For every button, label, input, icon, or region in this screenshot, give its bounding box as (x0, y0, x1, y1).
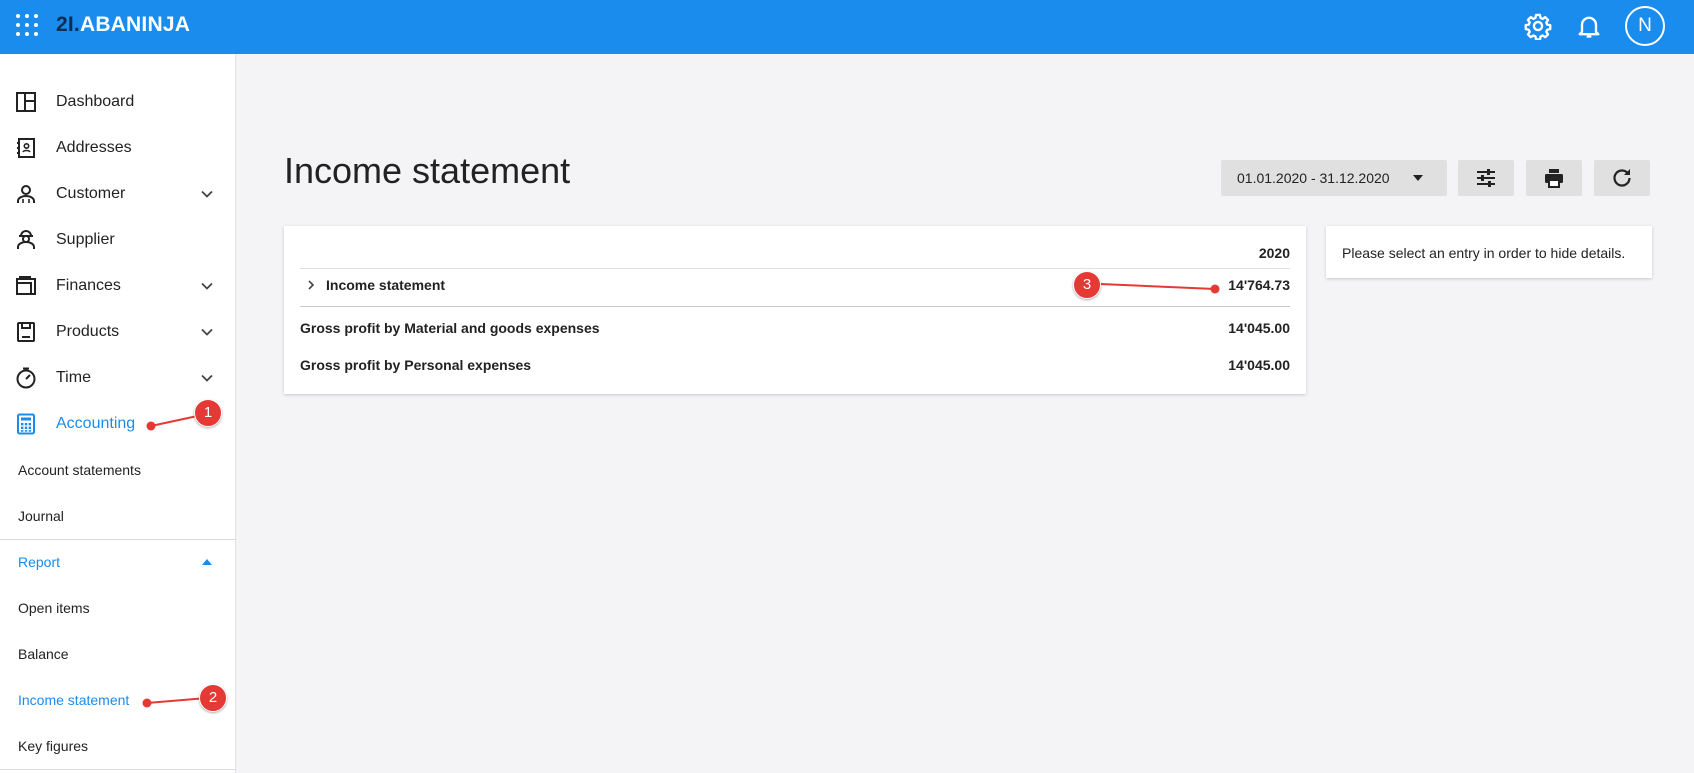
sidebar-item-supplier[interactable]: Supplier (0, 217, 236, 263)
logo-mark: 2I. (56, 13, 80, 36)
bell-icon[interactable] (1575, 12, 1603, 40)
row-divider (300, 306, 1290, 307)
wallet-icon (16, 276, 36, 295)
chevron-right-icon[interactable] (306, 280, 316, 290)
row-label: Gross profit by Personal expenses (300, 357, 532, 373)
sidebar-subitem-balance[interactable]: Balance (0, 635, 236, 675)
sidebar-item-label: Customer (56, 185, 126, 202)
chevron-down-icon[interactable] (200, 325, 214, 339)
caret-down-icon (1413, 175, 1423, 181)
sidebar-subitem-open-items[interactable]: Open items (0, 589, 236, 629)
sidebar-subitem-label: Income statement (18, 692, 130, 708)
sidebar-item-dashboard[interactable]: Dashboard (0, 79, 236, 125)
details-panel: Please select an entry in order to hide … (1326, 226, 1652, 278)
row-value: 14'045.00 (1228, 320, 1290, 336)
supplier-icon (17, 230, 35, 249)
stopwatch-icon (16, 367, 36, 389)
row-label: Gross profit by Material and goods expen… (300, 320, 600, 336)
dashboard-icon (16, 92, 36, 112)
sidebar-item-label: Dashboard (56, 93, 135, 110)
sidebar-item-customer[interactable]: Customer (0, 171, 236, 217)
annotation-badge-2: 2 (199, 684, 227, 712)
row-value: 14'764.73 (1228, 277, 1290, 293)
sidebar-item-addresses[interactable]: Addresses (0, 125, 236, 171)
sidebar-item-label: Supplier (56, 231, 115, 248)
income-statement-table: 2020 Income statement 14'764.73 Gross pr… (284, 226, 1306, 394)
sidebar-section-report[interactable]: Report (0, 543, 236, 583)
details-placeholder-text: Please select an entry in order to hide … (1342, 245, 1626, 261)
sidebar-subitem-label: Balance (18, 646, 69, 662)
table-row-gross-profit-material[interactable]: Gross profit by Material and goods expen… (300, 315, 1290, 341)
user-avatar[interactable]: N (1625, 6, 1665, 46)
product-icon (17, 322, 35, 342)
sidebar-subitem-account-statements[interactable]: Account statements (0, 451, 236, 491)
app-grid-icon[interactable] (16, 14, 38, 36)
chevron-down-icon[interactable] (200, 279, 214, 293)
sliders-icon (1477, 169, 1495, 187)
sidebar-item-label: Time (56, 369, 91, 386)
row-label: Income statement (326, 277, 446, 293)
sidebar-item-label: Finances (56, 277, 121, 294)
print-icon (1545, 169, 1563, 188)
table-row-gross-profit-personal[interactable]: Gross profit by Personal expenses 14'045… (300, 352, 1290, 378)
refresh-icon (1613, 169, 1631, 187)
sidebar-subitem-label: Account statements (18, 462, 141, 478)
sidebar-subitem-label: Key figures (18, 738, 89, 754)
sidebar-section-label: Report (18, 554, 61, 570)
sidebar-item-finances[interactable]: Finances (0, 263, 236, 309)
sidebar-item-time[interactable]: Time (0, 355, 236, 401)
brand-logo[interactable]: 2I.ABANINJA (56, 13, 190, 37)
table-row-income-statement[interactable]: Income statement 14'764.73 (300, 272, 1290, 298)
sidebar-subitem-label: Journal (18, 508, 64, 524)
sidebar-item-label: Accounting (56, 415, 136, 432)
sidebar-item-label: Products (56, 323, 120, 340)
sidebar-subitem-label: Open items (18, 600, 90, 616)
customer-icon (17, 185, 35, 203)
sidebar-subitem-key-figures[interactable]: Key figures (0, 727, 236, 767)
page-title: Income statement (284, 150, 571, 191)
sidebar-subitem-journal[interactable]: Journal (0, 497, 236, 537)
print-button[interactable] (1526, 160, 1582, 196)
sidebar-item-label: Addresses (56, 139, 132, 156)
refresh-button[interactable] (1594, 160, 1650, 196)
date-range-select[interactable]: 01.01.2020 - 31.12.2020 (1221, 160, 1447, 196)
gear-icon[interactable] (1524, 12, 1552, 40)
annotation-badge-3: 3 (1073, 271, 1101, 299)
address-book-icon (17, 138, 35, 158)
year-column-header: 2020 (1258, 245, 1290, 261)
row-divider (300, 268, 1290, 269)
sidebar-divider (0, 769, 236, 770)
calculator-icon (17, 413, 35, 435)
filter-settings-button[interactable] (1458, 160, 1514, 196)
sidebar-item-products[interactable]: Products (0, 309, 236, 355)
row-value: 14'045.00 (1228, 357, 1290, 373)
sidebar-divider (0, 539, 236, 540)
chevron-down-icon[interactable] (200, 371, 214, 385)
chevron-down-icon[interactable] (200, 187, 214, 201)
top-bar: 2I.ABANINJA N (0, 0, 1694, 54)
annotation-badge-1: 1 (194, 399, 222, 427)
date-range-value: 01.01.2020 - 31.12.2020 (1237, 170, 1390, 186)
logo-name: ABANINJA (79, 13, 191, 36)
caret-up-icon[interactable] (201, 557, 213, 567)
